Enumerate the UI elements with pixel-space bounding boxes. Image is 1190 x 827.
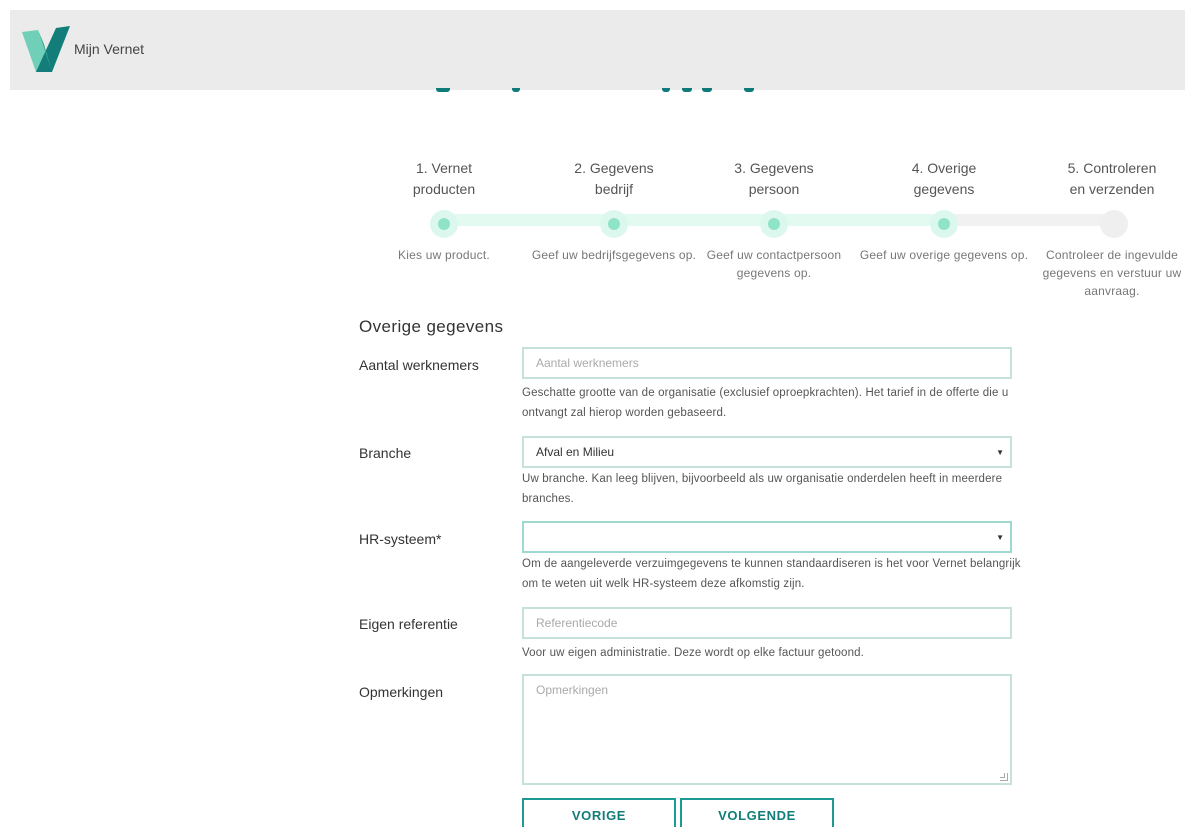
- next-button[interactable]: VOLGENDE: [680, 798, 834, 827]
- progress-track-done: [444, 214, 954, 226]
- hr-system-label: HR-systeem*: [359, 531, 442, 547]
- branche-selected-value: Afval en Milieu: [536, 445, 615, 459]
- hr-system-select[interactable]: ▼: [522, 521, 1012, 553]
- step-3-node[interactable]: [760, 210, 788, 238]
- step-description: Controleer de ingevulde gegevens en vers…: [1042, 248, 1182, 298]
- step-description: Kies uw product.: [398, 248, 490, 262]
- step-5: 5. Controleren en verzenden Controleer de…: [1028, 158, 1190, 298]
- step-description: Geef uw overige gegevens op.: [859, 248, 1029, 262]
- remarks-label: Opmerkingen: [359, 684, 444, 700]
- vernet-logo-icon[interactable]: [22, 26, 70, 72]
- remarks-textarea[interactable]: Opmerkingen: [522, 674, 1012, 785]
- step-4-node[interactable]: [930, 210, 958, 238]
- step-2: 2. Gegevens bedrijf Geef uw bedrijfsgegev…: [530, 158, 698, 262]
- step-2-node[interactable]: [600, 210, 628, 238]
- branche-label: Branche: [359, 445, 412, 461]
- section-title: Overige gegevens: [359, 317, 504, 336]
- remarks-placeholder: Opmerkingen: [536, 683, 609, 697]
- step-title: 3. Gegevens persoon: [734, 160, 814, 197]
- employees-help: Geschatte grootte van de organisatie (ex…: [522, 387, 1009, 419]
- reference-input[interactable]: Referentiecode: [522, 607, 1012, 639]
- reference-label: Eigen referentie: [359, 616, 458, 632]
- reference-help: Voor uw eigen administratie. Deze wordt …: [522, 647, 865, 659]
- employees-label: Aantal werknemers: [359, 357, 479, 373]
- step-title: 5. Controleren en verzenden: [1067, 160, 1157, 197]
- branche-help: Uw branche. Kan leeg blijven, bijvoorbee…: [522, 473, 1003, 505]
- previous-button[interactable]: VORIGE: [522, 798, 676, 827]
- step-title: 2. Gegevens bedrijf: [574, 160, 654, 197]
- branche-select[interactable]: Afval en Milieu ▼: [522, 436, 1012, 468]
- progress-track-todo: [954, 214, 1124, 226]
- top-header: Mijn Vernet: [10, 10, 1185, 90]
- resize-handle-icon[interactable]: [1000, 773, 1008, 781]
- chevron-down-icon: ▼: [996, 533, 1004, 542]
- chevron-down-icon: ▼: [996, 448, 1004, 457]
- step-title: 1. Vernet producten: [412, 160, 476, 197]
- step-description: Geef uw bedrijfsgegevens op.: [531, 248, 697, 262]
- step-1-node[interactable]: [430, 210, 458, 238]
- brand-name[interactable]: Mijn Vernet: [74, 41, 144, 57]
- step-4: 4. Overige gegevens Geef uw overige gegev…: [860, 158, 1028, 262]
- step-3: 3. Gegevens persoon Geef uw contactpersoo…: [690, 158, 858, 280]
- clipped-page-heading: [400, 88, 780, 94]
- step-title: 4. Overige gegevens: [911, 160, 977, 197]
- step-description: Geef uw contactpersoon gegevens op.: [706, 248, 842, 280]
- hr-system-help: Om de aangeleverde verzuimgegevens te ku…: [522, 558, 1021, 590]
- step-1: 1. Vernet producten Kies uw product.: [360, 158, 528, 262]
- progress-steps: 1. Vernet producten Kies uw product. 2. G…: [360, 158, 1190, 328]
- employees-input[interactable]: Aantal werknemers: [522, 347, 1012, 379]
- step-5-node[interactable]: [1100, 210, 1128, 238]
